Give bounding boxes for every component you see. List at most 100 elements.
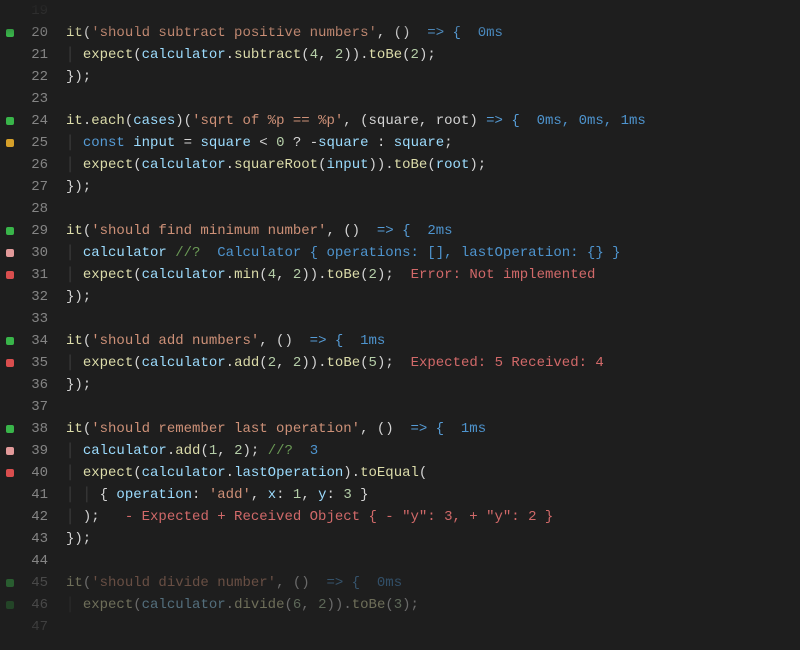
gutter-status-pass-icon	[6, 227, 14, 235]
code-line[interactable]: 26 │ expect(calculator.squareRoot(input)…	[0, 154, 800, 176]
line-number: 35	[18, 352, 48, 374]
gutter-marker	[6, 161, 14, 169]
gutter-status-pass-icon	[6, 425, 14, 433]
code-content[interactable]: │ expect(calculator.divide(6, 2)).toBe(3…	[66, 594, 800, 616]
code-content[interactable]: });	[66, 528, 800, 550]
line-number: 22	[18, 66, 48, 88]
code-content[interactable]: });	[66, 66, 800, 88]
line-number: 39	[18, 440, 48, 462]
code-content[interactable]: });	[66, 374, 800, 396]
gutter-status-pass-icon	[6, 337, 14, 345]
timing-annotation: 1ms	[360, 333, 385, 349]
code-line[interactable]: 32 });	[0, 286, 800, 308]
gutter-status-pass-icon	[6, 117, 14, 125]
quokka-value-annotation: 3	[310, 443, 318, 459]
code-line[interactable]: 37	[0, 396, 800, 418]
code-content[interactable]: it('should find minimum number', () => {…	[66, 220, 800, 242]
code-line[interactable]: 46 │ expect(calculator.divide(6, 2)).toB…	[0, 594, 800, 616]
code-line[interactable]: 41 │ │ { operation: 'add', x: 1, y: 3 }	[0, 484, 800, 506]
code-line[interactable]: 38 it('should remember last operation', …	[0, 418, 800, 440]
timing-annotation: 0ms, 0ms, 1ms	[537, 113, 646, 129]
timing-annotation: 0ms	[478, 25, 503, 41]
line-number: 32	[18, 286, 48, 308]
code-content[interactable]: │ expect(calculator.add(2, 2)).toBe(5); …	[66, 352, 800, 374]
code-content[interactable]: it('should add numbers', () => { 1ms	[66, 330, 800, 352]
code-line[interactable]: 19	[0, 0, 800, 22]
code-line[interactable]: 31 │ expect(calculator.min(4, 2)).toBe(2…	[0, 264, 800, 286]
code-content[interactable]: │ calculator //? Calculator { operations…	[66, 242, 800, 264]
code-line[interactable]: 42 │ ); - Expected + Received Object { -…	[0, 506, 800, 528]
code-line[interactable]: 20 it('should subtract positive numbers'…	[0, 22, 800, 44]
line-number: 33	[18, 308, 48, 330]
gutter-marker	[6, 557, 14, 565]
code-editor[interactable]: 19 20 it('should subtract positive numbe…	[0, 0, 800, 650]
code-content[interactable]: it('should divide number', () => { 0ms	[66, 572, 800, 594]
code-content[interactable]: it('should subtract positive numbers', (…	[66, 22, 800, 44]
code-line[interactable]: 33	[0, 308, 800, 330]
timing-annotation: 0ms	[377, 575, 402, 591]
line-number: 41	[18, 484, 48, 506]
code-line[interactable]: 40 │ expect(calculator.lastOperation).to…	[0, 462, 800, 484]
code-content[interactable]: │ expect(calculator.lastOperation).toEqu…	[66, 462, 800, 484]
code-line[interactable]: 36 });	[0, 374, 800, 396]
code-line[interactable]: 24 it.each(cases)('sqrt of %p == %p', (s…	[0, 110, 800, 132]
line-number: 43	[18, 528, 48, 550]
code-line[interactable]: 43 });	[0, 528, 800, 550]
line-number: 46	[18, 594, 48, 616]
line-number: 37	[18, 396, 48, 418]
line-number: 34	[18, 330, 48, 352]
line-number: 29	[18, 220, 48, 242]
code-content[interactable]: │ calculator.add(1, 2); //? 3	[66, 440, 800, 462]
code-content[interactable]: │ expect(calculator.squareRoot(input)).t…	[66, 154, 800, 176]
gutter-marker	[6, 51, 14, 59]
code-content[interactable]: it('should remember last operation', () …	[66, 418, 800, 440]
code-content[interactable]: │ │ { operation: 'add', x: 1, y: 3 }	[66, 484, 800, 506]
line-number: 44	[18, 550, 48, 572]
line-number: 30	[18, 242, 48, 264]
gutter-status-pass-icon	[6, 601, 14, 609]
code-line[interactable]: 35 │ expect(calculator.add(2, 2)).toBe(5…	[0, 352, 800, 374]
line-number: 27	[18, 176, 48, 198]
code-line[interactable]: 28	[0, 198, 800, 220]
gutter-status-pass-icon	[6, 29, 14, 37]
code-line[interactable]: 34 it('should add numbers', () => { 1ms	[0, 330, 800, 352]
code-line[interactable]: 21 │ expect(calculator.subtract(4, 2)).t…	[0, 44, 800, 66]
code-line[interactable]: 22 });	[0, 66, 800, 88]
code-content[interactable]: │ ); - Expected + Received Object { - "y…	[66, 506, 800, 528]
code-content[interactable]: │ expect(calculator.min(4, 2)).toBe(2); …	[66, 264, 800, 286]
code-line[interactable]: 39 │ calculator.add(1, 2); //? 3	[0, 440, 800, 462]
code-content[interactable]: });	[66, 176, 800, 198]
code-content[interactable]: });	[66, 286, 800, 308]
code-line[interactable]: 23	[0, 88, 800, 110]
gutter-marker	[6, 513, 14, 521]
line-number: 42	[18, 506, 48, 528]
gutter-marker	[6, 315, 14, 323]
line-number: 36	[18, 374, 48, 396]
line-number: 47	[18, 616, 48, 638]
code-line[interactable]: 44	[0, 550, 800, 572]
code-line[interactable]: 25 │ const input = square < 0 ? -square …	[0, 132, 800, 154]
code-line[interactable]: 29 it('should find minimum number', () =…	[0, 220, 800, 242]
gutter-marker	[6, 293, 14, 301]
gutter-status-pass-icon	[6, 579, 14, 587]
line-number: 26	[18, 154, 48, 176]
line-number: 20	[18, 22, 48, 44]
line-number: 45	[18, 572, 48, 594]
code-line[interactable]: 45 it('should divide number', () => { 0m…	[0, 572, 800, 594]
line-number: 24	[18, 110, 48, 132]
code-line[interactable]: 30 │ calculator //? Calculator { operati…	[0, 242, 800, 264]
code-content[interactable]: │ const input = square < 0 ? -square : s…	[66, 132, 800, 154]
code-content[interactable]: it.each(cases)('sqrt of %p == %p', (squa…	[66, 110, 800, 132]
gutter-marker	[6, 205, 14, 213]
timing-annotation: 2ms	[427, 223, 452, 239]
gutter-marker	[6, 403, 14, 411]
gutter-marker	[6, 7, 14, 15]
code-content[interactable]: │ expect(calculator.subtract(4, 2)).toBe…	[66, 44, 800, 66]
line-number: 19	[18, 0, 48, 22]
gutter-status-info-icon	[6, 447, 14, 455]
code-line[interactable]: 27 });	[0, 176, 800, 198]
line-number: 38	[18, 418, 48, 440]
code-line[interactable]: 47	[0, 616, 800, 638]
quokka-value-annotation: Calculator { operations: [], lastOperati…	[217, 245, 620, 261]
error-annotation: - Expected + Received Object { - "y": 3,…	[125, 509, 553, 525]
